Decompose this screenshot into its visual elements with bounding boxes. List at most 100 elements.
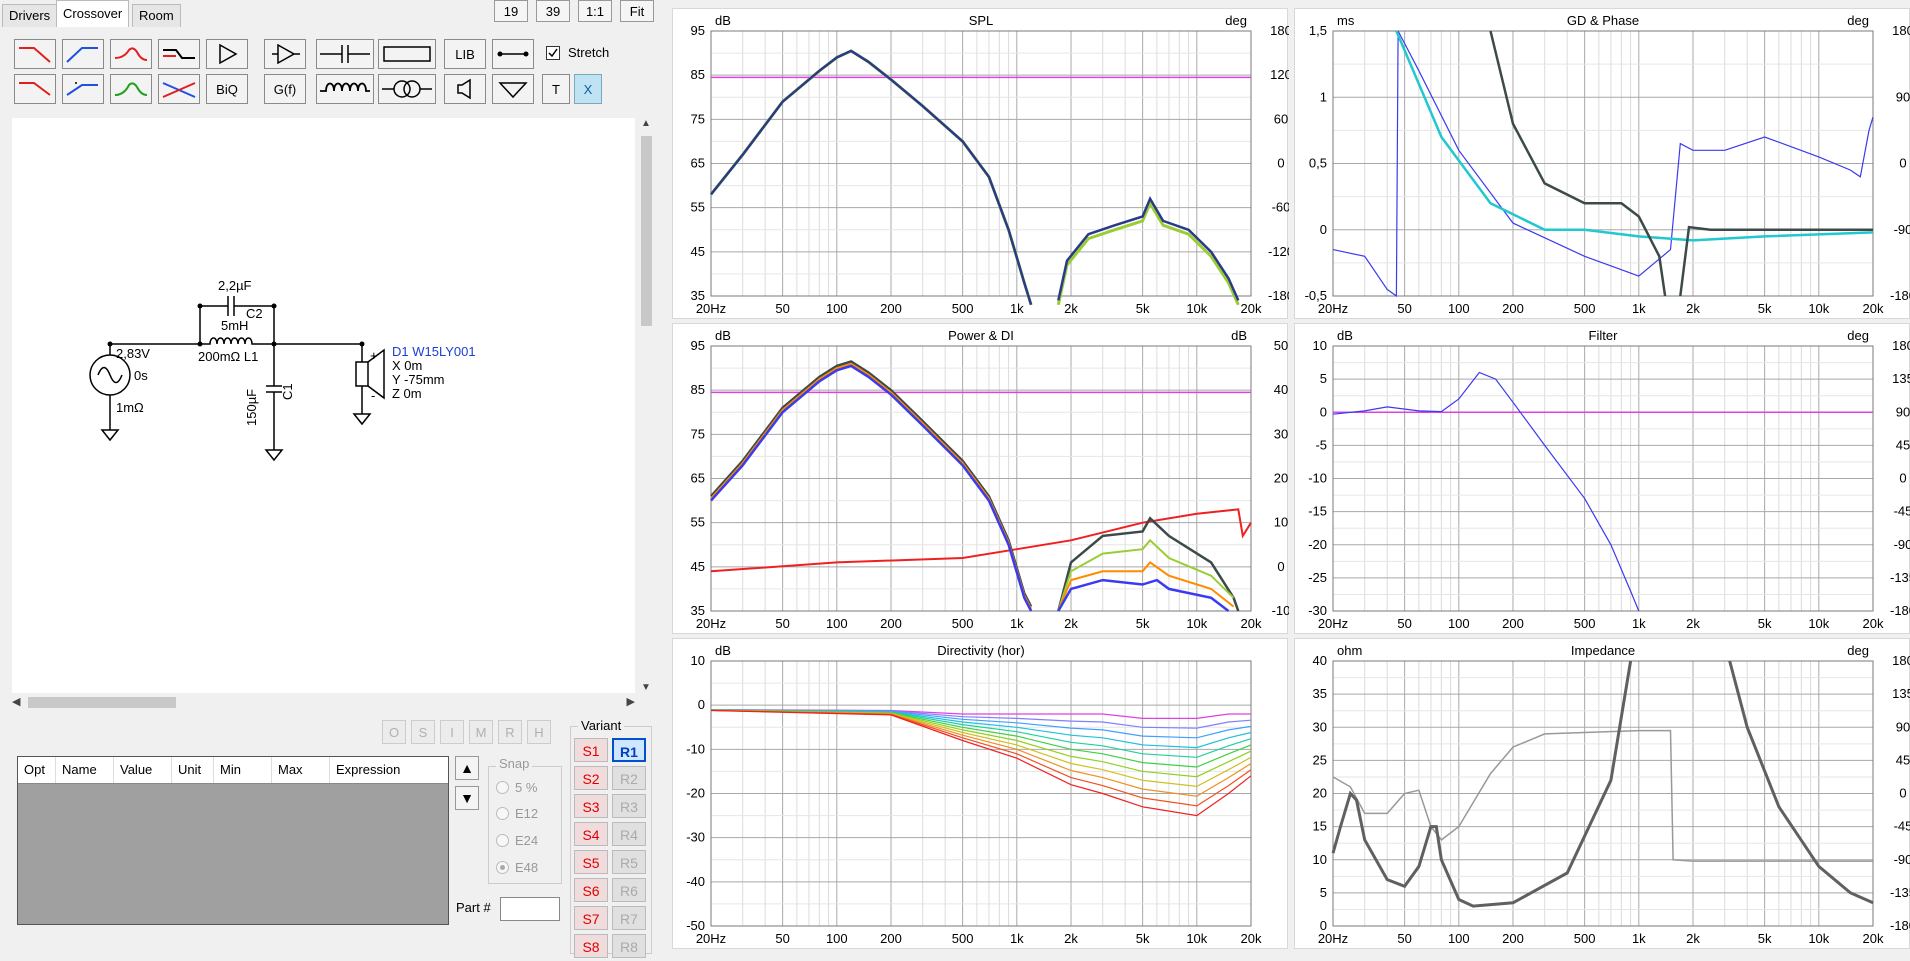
resistor-tool[interactable] bbox=[378, 39, 436, 69]
scroll-right-icon[interactable]: ▶ bbox=[627, 695, 635, 708]
impedance-x-tick: 5k bbox=[1758, 931, 1772, 946]
biquad-button[interactable]: BiQ bbox=[206, 74, 248, 104]
tab-crossover[interactable]: Crossover bbox=[56, 0, 130, 27]
snap-option-e24[interactable]: E24 bbox=[496, 833, 538, 848]
gd-phase-left-unit: ms bbox=[1337, 13, 1355, 28]
wire-tool[interactable] bbox=[492, 39, 534, 69]
impedance-x-tick: 2k bbox=[1686, 931, 1700, 946]
variant-r6-button[interactable]: R6 bbox=[612, 878, 646, 902]
move-down-button[interactable]: ▼ bbox=[455, 786, 479, 810]
chart-filter[interactable]: 1050-5-10-15-20-25-3018013590450-45-90-1… bbox=[1294, 323, 1910, 634]
highpass-1st-tool[interactable] bbox=[62, 74, 104, 104]
parameter-table[interactable]: Opt Name Value Unit Min Max Expression bbox=[17, 756, 449, 925]
capacitor-tool[interactable] bbox=[316, 39, 374, 69]
buffer-tool[interactable] bbox=[264, 39, 306, 69]
impedance-y2-tick: -90 bbox=[1894, 852, 1910, 867]
delete-tool[interactable]: X bbox=[574, 74, 602, 104]
impedance-y2-tick: 45 bbox=[1896, 752, 1910, 767]
variant-r8-button[interactable]: R8 bbox=[612, 934, 646, 958]
impedance-x-tick: 500 bbox=[1574, 931, 1596, 946]
filter-y2-tick: 0 bbox=[1899, 471, 1906, 486]
highpass-tool[interactable] bbox=[62, 39, 104, 69]
chart-gd-phase[interactable]: 1,510,50-0,5180900-90-18020Hz50100200500… bbox=[1294, 8, 1910, 319]
gf-button[interactable]: G(f) bbox=[264, 74, 306, 104]
shelf-tool[interactable] bbox=[158, 39, 200, 69]
opt-button-o[interactable]: O bbox=[382, 720, 406, 744]
schematic-vertical-scrollbar[interactable]: ▲ ▼ bbox=[638, 118, 655, 693]
inductor-tool[interactable] bbox=[316, 74, 374, 104]
snap-option-5pct[interactable]: 5 % bbox=[496, 780, 537, 795]
scroll-down-icon[interactable]: ▼ bbox=[641, 682, 651, 693]
bandpass-icon bbox=[114, 82, 148, 96]
notch-tool[interactable] bbox=[110, 74, 152, 104]
transformer-tool[interactable] bbox=[378, 74, 436, 104]
variant-r5-button[interactable]: R5 bbox=[612, 850, 646, 874]
col-name: Name bbox=[56, 757, 114, 783]
variant-s1-button[interactable]: S1 bbox=[574, 738, 608, 762]
filter-y2-tick: 135 bbox=[1892, 371, 1910, 386]
variant-s7-button[interactable]: S7 bbox=[574, 906, 608, 930]
text-tool[interactable]: T bbox=[542, 74, 570, 104]
variant-r1-button[interactable]: R1 bbox=[612, 738, 646, 762]
snap-option-e12[interactable]: E12 bbox=[496, 806, 538, 821]
lowpass-1st-tool[interactable] bbox=[14, 74, 56, 104]
impedance-x-tick: 20Hz bbox=[1318, 931, 1348, 946]
opt-button-r[interactable]: R bbox=[498, 720, 522, 744]
scroll-left-icon[interactable]: ◀ bbox=[12, 695, 20, 708]
horizontal-scroll-thumb[interactable] bbox=[28, 697, 176, 708]
driver-name-label: D1 W15LY001 bbox=[392, 344, 476, 359]
schematic-canvas[interactable]: 2,2µF C2 5mH 200mΩ L1 2,83V 0s 1mΩ 150µF… bbox=[12, 118, 635, 693]
opt-button-m[interactable]: M bbox=[469, 720, 493, 744]
peak-tool[interactable] bbox=[110, 39, 152, 69]
snap-option-e48[interactable]: E48 bbox=[496, 860, 538, 875]
move-up-button[interactable]: ▲ bbox=[455, 756, 479, 780]
col-unit: Unit bbox=[172, 757, 214, 783]
zoom-19-button[interactable]: 19 bbox=[494, 0, 528, 22]
lowpass-tool[interactable] bbox=[14, 39, 56, 69]
variant-s6-button[interactable]: S6 bbox=[574, 878, 608, 902]
filter-x-tick: 20Hz bbox=[1318, 616, 1348, 631]
l1-value-label: 5mH bbox=[221, 318, 248, 333]
zoom-1to1-button[interactable]: 1:1 bbox=[578, 0, 612, 22]
variant-s4-button[interactable]: S4 bbox=[574, 822, 608, 846]
impedance-x-tick: 200 bbox=[1502, 931, 1524, 946]
col-max: Max bbox=[272, 757, 330, 783]
scroll-up-icon[interactable]: ▲ bbox=[641, 118, 651, 129]
allpass-icon bbox=[162, 82, 196, 98]
directivity-y-tick: -30 bbox=[686, 830, 705, 845]
variant-r4-button[interactable]: R4 bbox=[612, 822, 646, 846]
peak-filter-icon bbox=[114, 47, 148, 61]
fit-button[interactable]: Fit bbox=[620, 0, 654, 22]
variant-s2-button[interactable]: S2 bbox=[574, 766, 608, 790]
filter-x-tick: 100 bbox=[1448, 616, 1470, 631]
opt-button-s[interactable]: S bbox=[411, 720, 435, 744]
variant-r2-button[interactable]: R2 bbox=[612, 766, 646, 790]
chart-power-di[interactable]: 95 85 75 65 55 45 35 50 40 30 20 10 0 -10 20Hz 50 100 200… bbox=[672, 323, 1289, 634]
chart-directivity[interactable]: 10 0 -10 -20 -30 -40 -50 20Hz 50 100 200 500 1k 2k 5k 1… bbox=[672, 638, 1288, 949]
variant-s5-button[interactable]: S5 bbox=[574, 850, 608, 874]
stretch-checkbox[interactable] bbox=[546, 46, 560, 60]
schematic-horizontal-scrollbar[interactable]: ◀ ▶ bbox=[12, 694, 635, 711]
zoom-39-button[interactable]: 39 bbox=[536, 0, 570, 22]
tab-drivers[interactable]: Drivers bbox=[2, 4, 58, 27]
part-number-input[interactable] bbox=[500, 897, 560, 921]
opt-button-i[interactable]: I bbox=[440, 720, 464, 744]
radio-selected-icon bbox=[496, 861, 509, 874]
variant-s8-button[interactable]: S8 bbox=[574, 934, 608, 958]
variant-r3-button[interactable]: R3 bbox=[612, 794, 646, 818]
variant-s3-button[interactable]: S3 bbox=[574, 794, 608, 818]
tab-room[interactable]: Room bbox=[132, 4, 181, 27]
lib-button[interactable]: LIB bbox=[444, 39, 486, 69]
spl-y2-tick: -180 bbox=[1268, 288, 1289, 303]
ground-tool[interactable] bbox=[492, 74, 534, 104]
chart-impedance[interactable]: 40 35 30 25 20 15 10 50 180 135 90 45 0 -45 -90 -135 -18… bbox=[1294, 638, 1910, 949]
driver-tool[interactable] bbox=[444, 74, 486, 104]
impedance-y2-tick: 180 bbox=[1892, 653, 1910, 668]
chart-spl[interactable]: 95857565554535180120600-60-120-18020Hz50… bbox=[672, 8, 1289, 319]
variant-r7-button[interactable]: R7 bbox=[612, 906, 646, 930]
vertical-scroll-thumb[interactable] bbox=[641, 136, 652, 326]
power-di-x-tick: 100 bbox=[826, 616, 848, 631]
allpass-tool[interactable] bbox=[158, 74, 200, 104]
amplifier-tool[interactable] bbox=[206, 39, 248, 69]
opt-button-h[interactable]: H bbox=[527, 720, 551, 744]
